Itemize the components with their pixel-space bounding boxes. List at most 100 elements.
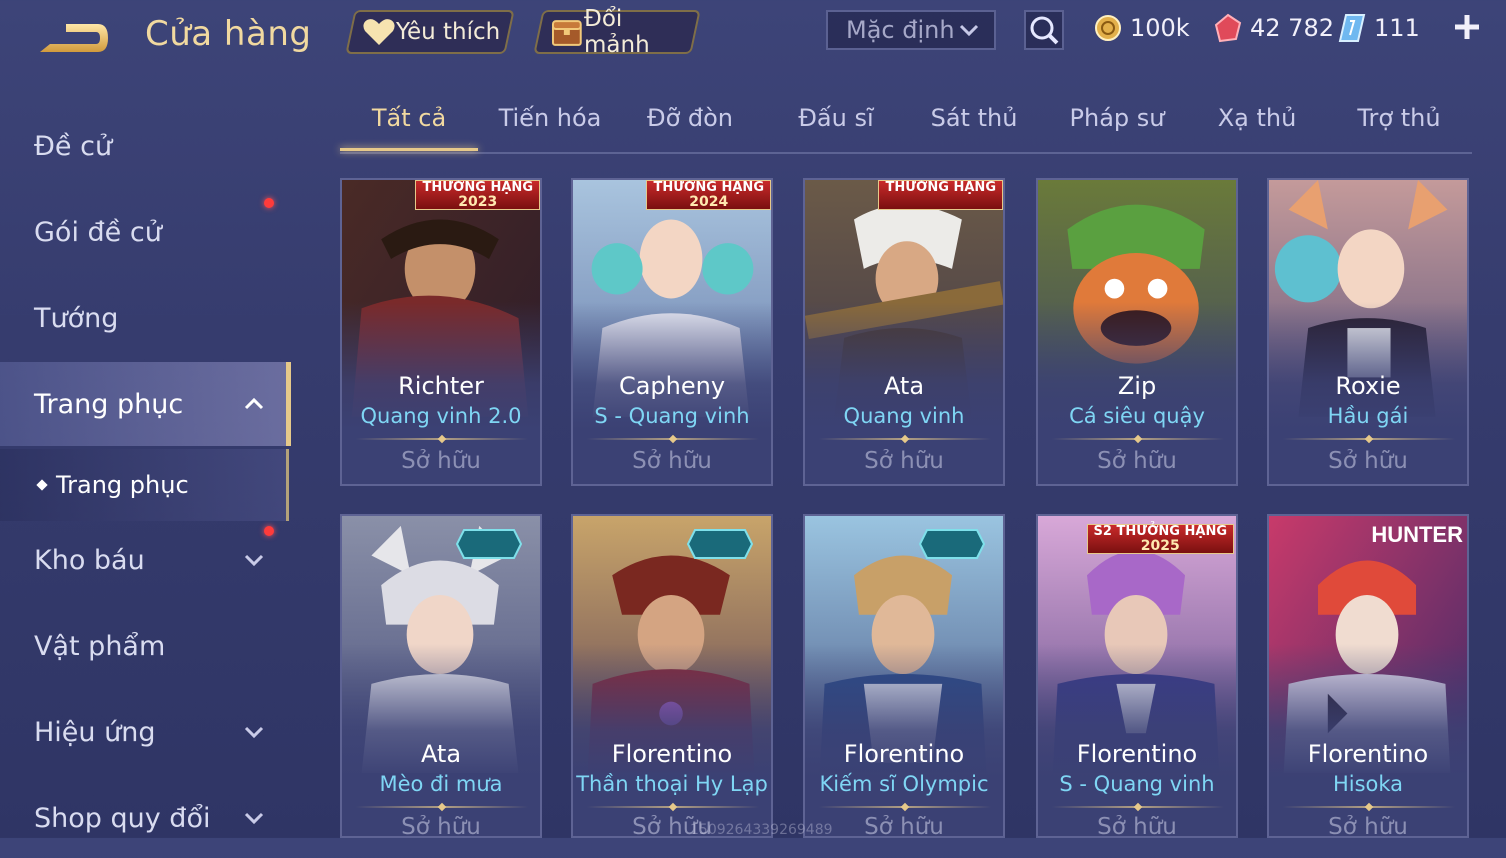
skin-name: Quang vinh 2.0: [360, 404, 522, 428]
sidebar-item-label: Shop quy đổi: [34, 802, 211, 834]
sort-value: Mặc định: [846, 16, 955, 44]
hero-name: Florentino: [1307, 740, 1429, 768]
hunter-logo: HUNTER: [1371, 522, 1463, 547]
skin-card[interactable]: S2 THƯỞNG HẠNG 2025 Florentino S - Quang …: [1036, 514, 1238, 838]
tab-assassin[interactable]: Sát thủ: [914, 104, 1034, 148]
owned-status: Sở hữu: [1097, 448, 1177, 474]
owned-status: Sở hữu: [1097, 814, 1177, 838]
chevron-down-icon: [959, 24, 979, 37]
search-icon: [1030, 16, 1059, 45]
bullet-icon: [36, 479, 48, 491]
sidebar-item-label: Kho báu: [34, 544, 145, 576]
skin-name: Hisoka: [1332, 772, 1404, 796]
hero-name: Zip: [1117, 372, 1157, 400]
gold-value: 100k: [1130, 14, 1190, 42]
sidebar-item-featured[interactable]: Đề cử: [0, 106, 286, 186]
skin-name: Cá siêu quậy: [1069, 404, 1205, 428]
tab-evolution[interactable]: Tiến hóa: [490, 104, 610, 148]
favorites-label: Yêu thích: [396, 19, 501, 45]
voucher-gem-icon: [1214, 13, 1242, 43]
exchange-shards-button[interactable]: Đổi mảnh: [533, 6, 701, 58]
back-arrow-icon[interactable]: [36, 18, 112, 58]
skin-name: Hầu gái: [1327, 404, 1409, 428]
skin-card[interactable]: HUNTER Florentino Hisoka Sở hữu: [1267, 514, 1469, 838]
skin-name: S - Quang vinh: [1059, 772, 1215, 796]
diamond-balance: 111: [1338, 12, 1420, 44]
sidebar: Đề cử Gói đề cử Tướng Trang phục Trang p…: [0, 100, 291, 838]
favorites-button[interactable]: Yêu thích: [345, 10, 515, 54]
add-currency-icon[interactable]: [1452, 12, 1482, 42]
sidebar-item-label: Hiệu ứng: [34, 716, 156, 748]
chevron-down-icon: [244, 726, 264, 739]
sidebar-item-treasure[interactable]: Kho báu: [0, 520, 286, 600]
tab-fighter[interactable]: Đấu sĩ: [776, 104, 896, 148]
hero-name: Florentino: [843, 740, 965, 768]
chevron-up-icon: [244, 397, 264, 410]
ranked-reward-badge: THƯỞNG HẠNG 2023: [415, 180, 540, 210]
skin-card[interactable]: Florentino Kiếm sĩ Olympic Sở hữu: [803, 514, 1005, 838]
search-button[interactable]: [1024, 10, 1064, 50]
tab-marksman[interactable]: Xạ thủ: [1197, 104, 1317, 148]
sidebar-item-skins[interactable]: Trang phục: [0, 362, 291, 446]
chevron-down-icon: [244, 554, 264, 567]
skin-card[interactable]: Zip Cá siêu quậy Sở hữu: [1036, 178, 1238, 486]
owned-status: Sở hữu: [632, 448, 712, 474]
sidebar-item-heroes[interactable]: Tướng: [0, 278, 286, 358]
sidebar-item-effects[interactable]: Hiệu ứng: [0, 692, 286, 772]
watermark: 1509264339269489: [690, 822, 833, 838]
ranked-reward-badge: THƯỞNG HẠNG 2024: [646, 180, 771, 210]
ranked-reward-badge: THƯỞNG HẠNG: [878, 180, 1003, 210]
role-tabs: Tất cả Tiến hóa Đỡ đòn Đấu sĩ Sát thủ Ph…: [340, 96, 1472, 154]
heart-icon: [363, 19, 395, 45]
notification-dot: [264, 198, 274, 208]
sidebar-item-label: Gói đề cử: [34, 216, 162, 248]
voucher-value: 42 782: [1250, 14, 1334, 42]
sort-dropdown[interactable]: Mặc định: [826, 10, 996, 50]
sidebar-item-label: Tướng: [34, 302, 119, 334]
chevron-down-icon: [244, 812, 264, 825]
owned-status: Sở hữu: [1328, 814, 1408, 838]
tab-tank[interactable]: Đỡ đòn: [630, 104, 750, 148]
diamond-value: 111: [1374, 14, 1420, 42]
hero-name: Ata: [420, 740, 462, 768]
skin-card[interactable]: THƯỞNG HẠNG 2024 Capheny S - Quang vinh S…: [571, 178, 773, 486]
hero-name: Richter: [398, 372, 484, 400]
sidebar-item-featured-packs[interactable]: Gói đề cử: [0, 192, 286, 272]
top-bar: Cửa hàng Yêu thích Đổi mảnh Mặc định 100…: [0, 0, 1506, 72]
hero-name: Roxie: [1335, 372, 1401, 400]
hero-name: Florentino: [611, 740, 733, 768]
limited-badge-icon: [919, 529, 985, 559]
skin-card[interactable]: Roxie Hầu gái Sở hữu: [1267, 178, 1469, 486]
skin-name: Quang vinh: [843, 404, 965, 428]
sidebar-item-items[interactable]: Vật phẩm: [0, 606, 286, 686]
tab-support[interactable]: Trợ thủ: [1338, 104, 1460, 148]
owned-status: Sở hữu: [864, 448, 944, 474]
hero-name: Capheny: [618, 372, 726, 400]
diamond-icon: [1338, 14, 1366, 42]
sidebar-item-label: Trang phục: [34, 388, 184, 420]
owned-status: Sở hữu: [401, 448, 481, 474]
sidebar-item-label: Vật phẩm: [34, 630, 166, 662]
limited-badge-icon: [687, 529, 753, 559]
hero-name: Florentino: [1076, 740, 1198, 768]
sidebar-subitem-label: Trang phục: [56, 471, 189, 499]
sidebar-item-label: Đề cử: [34, 130, 113, 162]
skin-name: Kiếm sĩ Olympic: [819, 772, 989, 796]
skin-card[interactable]: Ata Mèo đi mưa Sở hữu: [340, 514, 542, 838]
voucher-balance: 42 782: [1214, 12, 1334, 44]
tab-mage[interactable]: Pháp sư: [1056, 104, 1178, 148]
sidebar-item-exchange-shop[interactable]: Shop quy đổi: [0, 778, 286, 858]
skin-card[interactable]: Florentino Thần thoại Hy Lạp Sở hữu: [571, 514, 773, 838]
owned-status: Sở hữu: [401, 814, 481, 838]
skin-card[interactable]: THƯỞNG HẠNG Ata Quang vinh Sở hữu: [803, 178, 1005, 486]
exchange-label: Đổi mảnh: [583, 6, 650, 58]
skin-name: S - Quang vinh: [594, 404, 750, 428]
hero-name: Ata: [883, 372, 925, 400]
treasure-chest-icon: [551, 20, 582, 46]
page-title: Cửa hàng: [145, 14, 312, 54]
sidebar-subitem-skins[interactable]: Trang phục: [0, 449, 289, 521]
tab-all[interactable]: Tất cả: [340, 104, 478, 148]
gold-coin-icon: [1095, 15, 1121, 41]
ranked-reward-badge: S2 THƯỞNG HẠNG 2025: [1086, 524, 1234, 554]
skin-card[interactable]: THƯỞNG HẠNG 2023 Richter Quang vinh 2.0 S…: [340, 178, 542, 486]
